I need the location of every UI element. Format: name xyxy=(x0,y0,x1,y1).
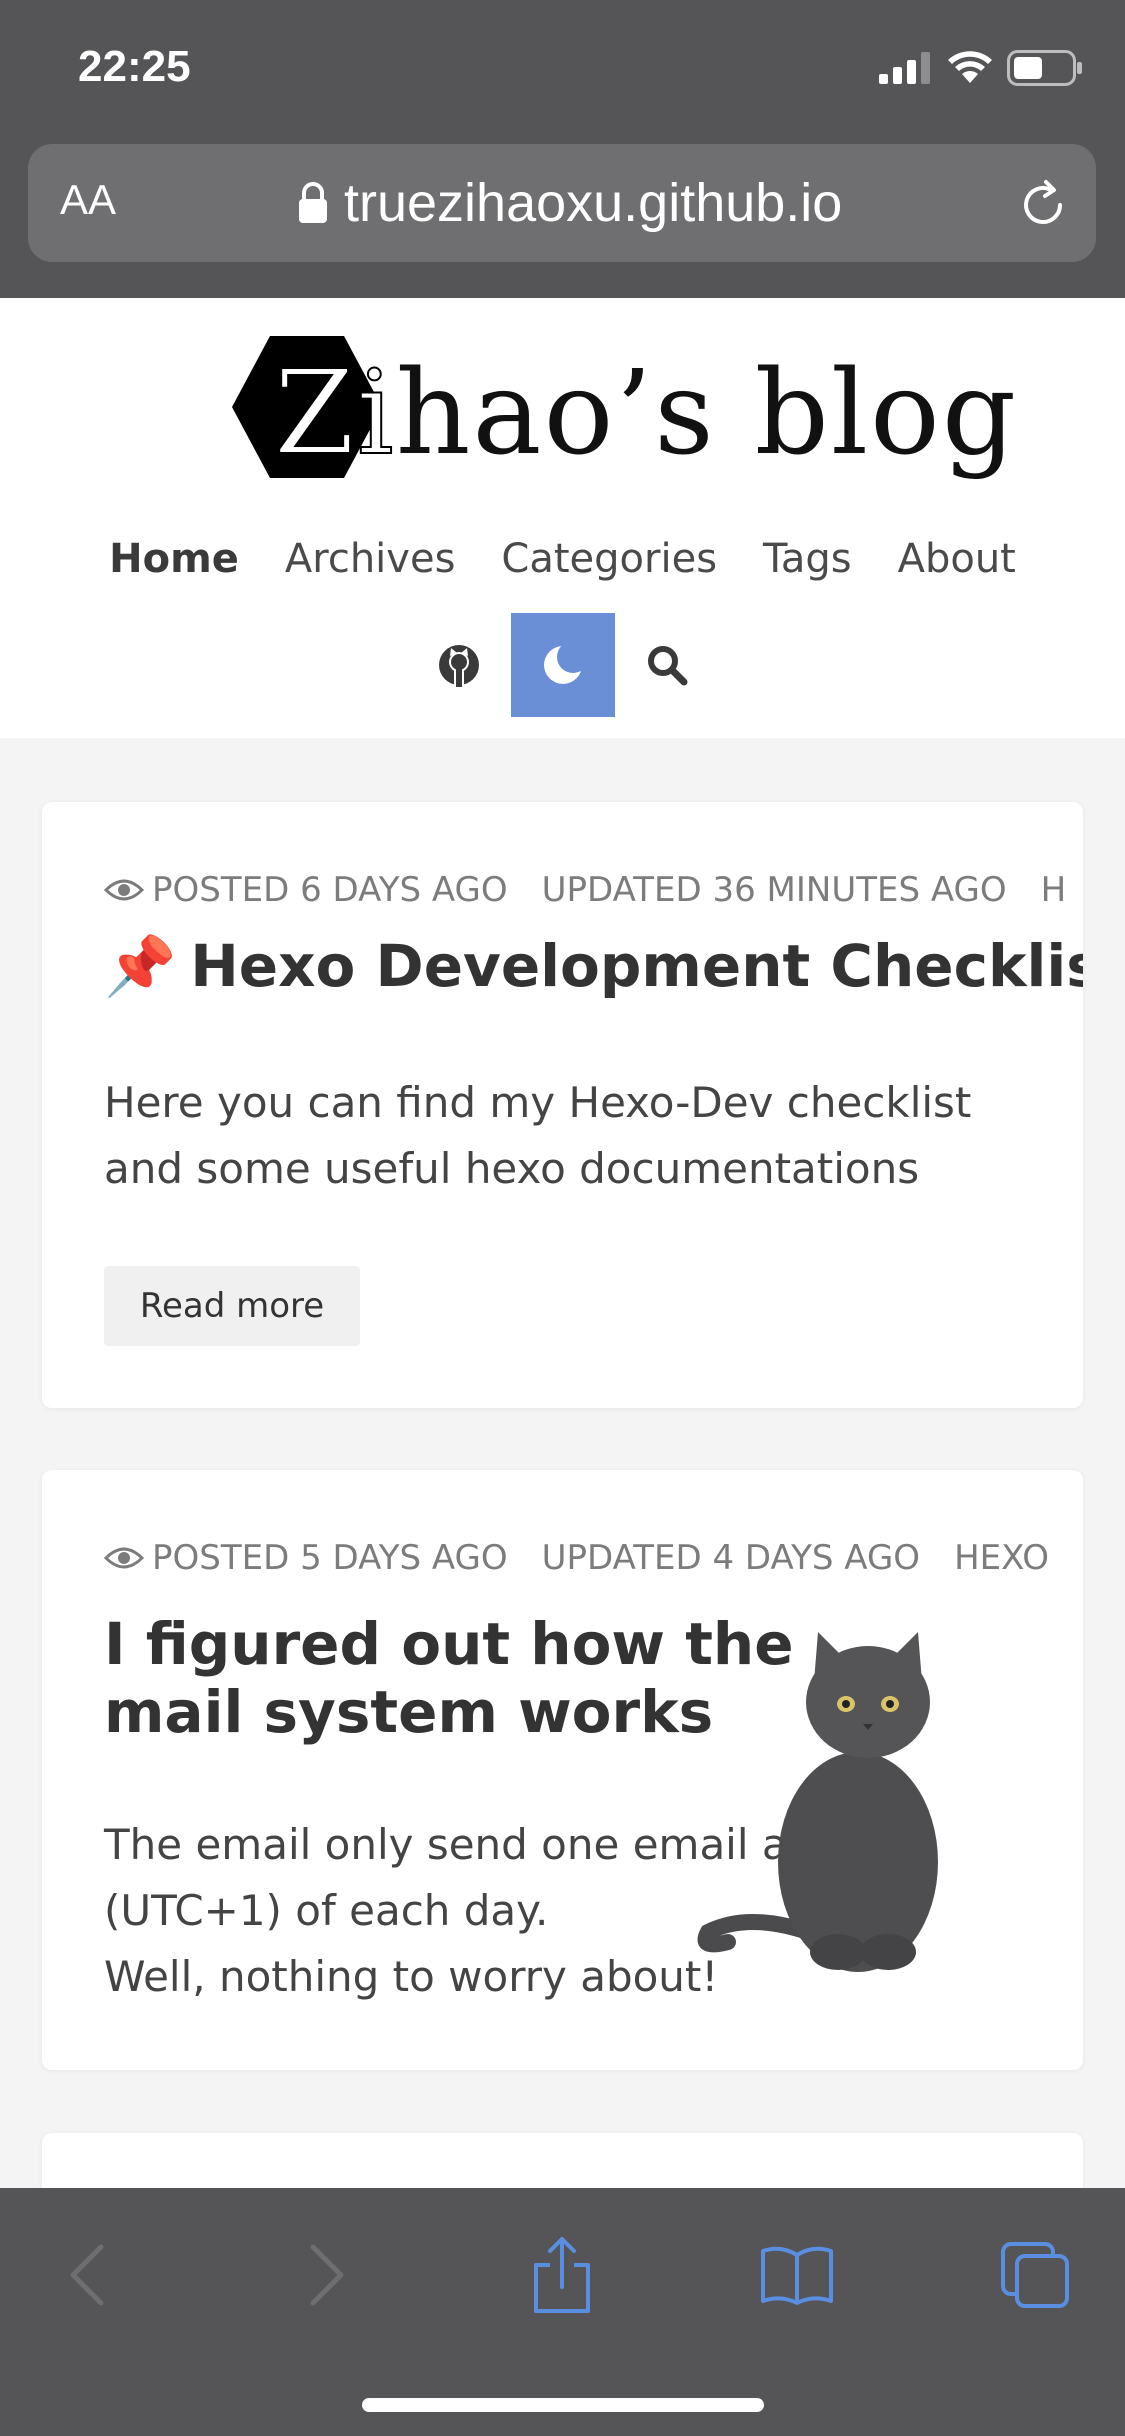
eye-icon xyxy=(104,1547,144,1569)
address-bar[interactable]: AA truezihaoxu.github.io xyxy=(28,144,1096,262)
updated-text: UPDATED 36 MINUTES AGO xyxy=(541,870,1007,910)
search-icon xyxy=(647,646,687,686)
category-link[interactable]: H xyxy=(1041,870,1067,910)
nav-tags[interactable]: Tags xyxy=(763,536,852,582)
dark-mode-toggle[interactable] xyxy=(510,613,615,717)
cat-mascot-icon xyxy=(697,1632,938,1972)
book-icon xyxy=(761,2246,833,2305)
nav-about[interactable]: About xyxy=(898,536,1016,582)
chevron-left-icon xyxy=(70,2244,104,2306)
url-text: truezihaoxu.github.io xyxy=(344,173,843,233)
header-icon-row xyxy=(0,613,1125,717)
forward-button[interactable] xyxy=(282,2230,372,2320)
blog-header: Zihao’s blog Home Archives Categories Ta… xyxy=(0,298,1125,738)
status-bar: 22:25 xyxy=(0,0,1125,140)
post-meta: POSTED 6 DAYS AGO UPDATED 36 MINUTES AGO… xyxy=(104,870,1066,910)
share-icon xyxy=(534,2237,590,2313)
nav-categories[interactable]: Categories xyxy=(501,536,717,582)
nav-archives[interactable]: Archives xyxy=(285,536,456,582)
back-button[interactable] xyxy=(42,2230,132,2320)
search-button[interactable] xyxy=(615,613,719,717)
reader-aa-button[interactable]: AA xyxy=(60,176,116,224)
post-title[interactable]: 📌 Hexo Development Checklist xyxy=(104,932,1083,1000)
updated-text: UPDATED 4 DAYS AGO xyxy=(541,1538,921,1578)
share-button[interactable] xyxy=(517,2230,607,2320)
category-link[interactable]: HEXO xyxy=(954,1538,1049,1578)
bookmarks-button[interactable] xyxy=(752,2230,842,2320)
github-icon xyxy=(438,645,479,687)
blog-title-zi: Zi xyxy=(273,345,396,482)
tabs-icon xyxy=(1001,2242,1069,2308)
moon-icon xyxy=(543,642,586,684)
posted-text: POSTED 5 DAYS AGO xyxy=(152,1538,508,1578)
blog-title-rest: hao’s blog xyxy=(395,346,1019,481)
lock-icon xyxy=(299,182,327,223)
browser-address-area: AA truezihaoxu.github.io xyxy=(0,140,1125,298)
status-icons xyxy=(879,48,1083,88)
url-group[interactable]: truezihaoxu.github.io xyxy=(298,170,842,236)
blog-logo[interactable]: Zihao’s blog xyxy=(232,336,1016,496)
post-meta: POSTED 5 DAYS AGO UPDATED 4 DAYS AGO HEX… xyxy=(104,1538,1049,1578)
nav-home[interactable]: Home xyxy=(109,536,239,582)
signal-icon xyxy=(879,52,930,84)
post-title-text: Hexo Development Checklist xyxy=(190,932,1083,1000)
read-more-button[interactable]: Read more xyxy=(104,1266,360,1346)
status-time: 22:25 xyxy=(78,42,191,91)
wifi-icon xyxy=(948,51,992,83)
main-nav: Home Archives Categories Tags About xyxy=(0,536,1125,582)
tabs-button[interactable] xyxy=(990,2230,1080,2320)
post-card: POSTED 6 DAYS AGO UPDATED 36 MINUTES AGO… xyxy=(42,802,1083,1408)
post-excerpt: Here you can find my Hexo-Dev checklist … xyxy=(104,1078,972,1193)
eye-icon xyxy=(104,879,144,901)
chevron-right-icon xyxy=(310,2244,344,2306)
posted-text: POSTED 6 DAYS AGO xyxy=(152,870,508,910)
post-date: POSTED 5 DAYS AGO xyxy=(104,1538,508,1578)
pushpin-icon: 📌 xyxy=(104,932,177,1000)
home-indicator xyxy=(362,2398,764,2412)
github-button[interactable] xyxy=(407,613,511,717)
post-date: POSTED 6 DAYS AGO xyxy=(104,870,508,910)
battery-icon xyxy=(1007,50,1082,86)
reload-icon[interactable] xyxy=(1016,178,1070,232)
blog-title: Zihao’s blog xyxy=(273,345,1019,482)
